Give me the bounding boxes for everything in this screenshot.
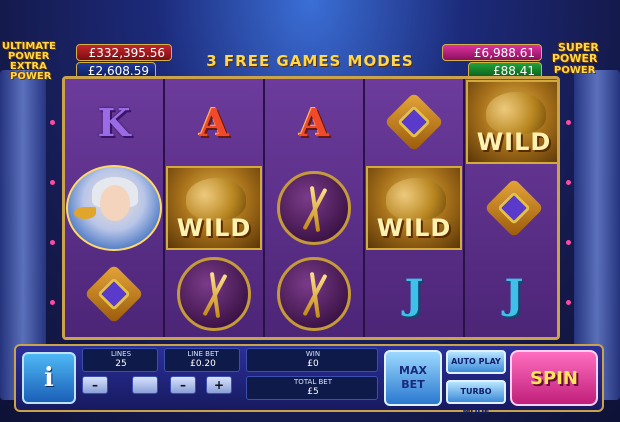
reel-2: A WILD [165, 79, 265, 337]
line-bet-display: LINE BET £0.20 [164, 348, 240, 372]
info-button[interactable]: i [22, 352, 76, 404]
symbol-shears [265, 165, 363, 251]
symbol-q [65, 251, 163, 337]
spin-button[interactable]: SPIN [510, 350, 598, 406]
line-bet-label: LINE BET [187, 350, 219, 358]
symbol-wild: WILD [365, 165, 463, 251]
auto-play-button[interactable]: AUTO PLAY [446, 350, 506, 374]
win-label: WIN [305, 350, 321, 358]
symbol-j: J [404, 270, 424, 318]
symbol-k: K [97, 99, 131, 145]
symbol-q [365, 79, 463, 165]
symbol-a: A [299, 99, 329, 145]
decor-dot [566, 240, 571, 245]
symbol-j: J [504, 270, 524, 318]
decor-dot [50, 240, 55, 245]
reel-5: WILD J [465, 79, 557, 337]
lines-decrease-button[interactable]: – [82, 376, 108, 394]
symbol-wild: WILD [465, 79, 557, 165]
reel-1: K [65, 79, 165, 337]
line-bet-increase-button[interactable]: + [206, 376, 232, 394]
reels-area: K A WILD A WILD J WILD J [62, 76, 560, 340]
reel-4: WILD J [365, 79, 465, 337]
reel-3: A [265, 79, 365, 337]
shears-icon [277, 171, 351, 245]
decor-dot [566, 300, 571, 305]
total-bet-label: TOTAL BET [294, 378, 332, 386]
lines-increase-button[interactable] [132, 376, 158, 394]
decor-dot [566, 180, 571, 185]
decor-dot [50, 180, 55, 185]
lines-label: LINES [110, 350, 132, 358]
turbo-mode-button[interactable]: TURBO MODE [446, 380, 506, 416]
free-games-modes-title: 3 FREE GAMES MODES [206, 52, 414, 70]
goddess-portrait-icon [66, 165, 162, 251]
symbol-shears [265, 251, 363, 337]
q-symbol-icon [84, 264, 144, 324]
symbol-shears [165, 251, 263, 337]
decor-dot [50, 300, 55, 305]
lines-display: LINES 25 [82, 348, 158, 372]
lines-value: 25 [115, 359, 127, 369]
shears-icon [277, 257, 351, 331]
line-bet-value: £0.20 [190, 359, 216, 369]
win-value: £0 [307, 359, 319, 369]
line-bet-decrease-button[interactable]: – [170, 376, 196, 394]
symbol-q [465, 165, 557, 251]
symbol-a: A [199, 99, 229, 145]
win-display: WIN £0 [246, 348, 378, 372]
control-bar: i LINES 25 – LINE BET £0.20 – + WIN £0 T… [14, 344, 604, 416]
decor-dot [50, 120, 55, 125]
q-symbol-icon [384, 92, 444, 152]
max-bet-button[interactable]: MAX BET [384, 350, 442, 406]
symbol-portrait [65, 165, 163, 251]
q-symbol-icon [484, 178, 544, 238]
total-bet-value: £5 [307, 387, 319, 397]
total-bet-display: TOTAL BET £5 [246, 376, 378, 400]
symbol-wild: WILD [165, 165, 263, 251]
decor-dot [566, 120, 571, 125]
shears-icon [177, 257, 251, 331]
